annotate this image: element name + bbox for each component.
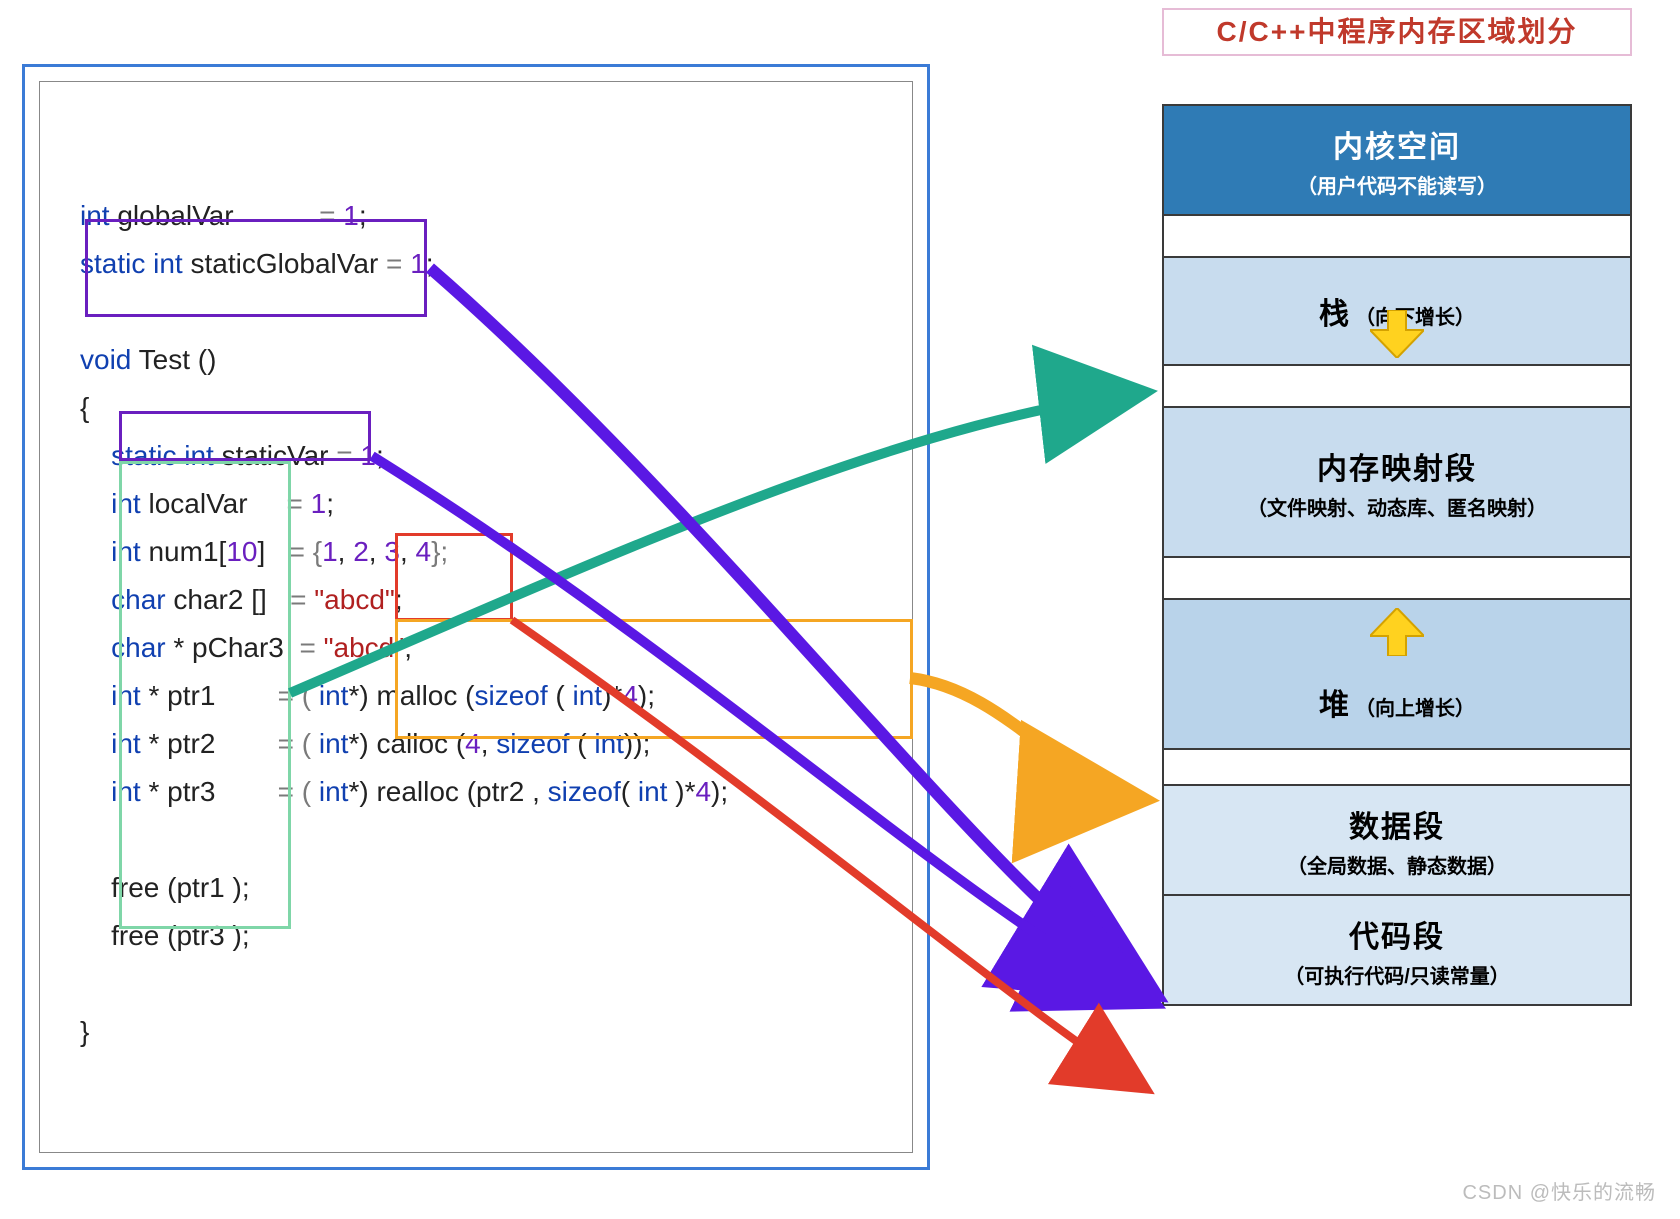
memory-gap — [1164, 364, 1630, 406]
segment-subtitle: （用户代码不能读写） — [1297, 170, 1497, 199]
segment-title: 代码段 — [1349, 912, 1445, 956]
segment-title: 内存映射段 — [1317, 444, 1477, 488]
highlight-stack-locals — [119, 461, 291, 929]
code-line — [80, 960, 912, 1008]
highlight-heap-allocs — [395, 619, 913, 739]
memory-gap — [1164, 748, 1630, 784]
segment-title: 数据段 — [1349, 802, 1445, 846]
memory-segment-data: 数据段 （全局数据、静态数据） — [1164, 784, 1630, 894]
arrow-up-icon — [1370, 608, 1424, 656]
code-outer-frame: int globalVar = 1; static int staticGlob… — [22, 64, 930, 1170]
segment-subtitle: （全局数据、静态数据） — [1287, 850, 1507, 879]
memory-segment-code: 代码段 （可执行代码/只读常量） — [1164, 894, 1630, 1004]
code-line: void Test () — [80, 336, 912, 384]
segment-subtitle: （可执行代码/只读常量） — [1284, 960, 1510, 989]
arrow-down-icon — [1370, 310, 1424, 358]
segment-title: 堆 — [1319, 680, 1351, 724]
memory-layout-table: 内核空间 （用户代码不能读写） 栈 （向下增长） 内存映射段 （文件映射、动态库… — [1162, 104, 1632, 1006]
arrow-heap-icon — [910, 678, 1148, 800]
highlight-string-literals — [395, 533, 513, 621]
segment-subtitle: （文件映射、动态库、匿名映射） — [1247, 492, 1547, 521]
memory-segment-kernel: 内核空间 （用户代码不能读写） — [1164, 104, 1630, 214]
segment-title: 内核空间 — [1333, 122, 1461, 166]
memory-gap — [1164, 556, 1630, 598]
watermark-text: CSDN @快乐的流畅 — [1462, 1176, 1656, 1205]
highlight-static-local — [119, 411, 371, 461]
memory-gap — [1164, 214, 1630, 256]
memory-segment-mmap: 内存映射段 （文件映射、动态库、匿名映射） — [1164, 406, 1630, 556]
segment-title: 栈 — [1319, 289, 1351, 333]
diagram-title: C/C++中程序内存区域划分 — [1162, 8, 1632, 56]
memory-segment-stack: 栈 （向下增长） — [1164, 256, 1630, 364]
memory-segment-heap: 堆 （向上增长） — [1164, 598, 1630, 748]
code-line: } — [80, 1008, 912, 1056]
segment-subtitle: （向上增长） — [1355, 692, 1475, 721]
highlight-globals — [85, 219, 427, 317]
